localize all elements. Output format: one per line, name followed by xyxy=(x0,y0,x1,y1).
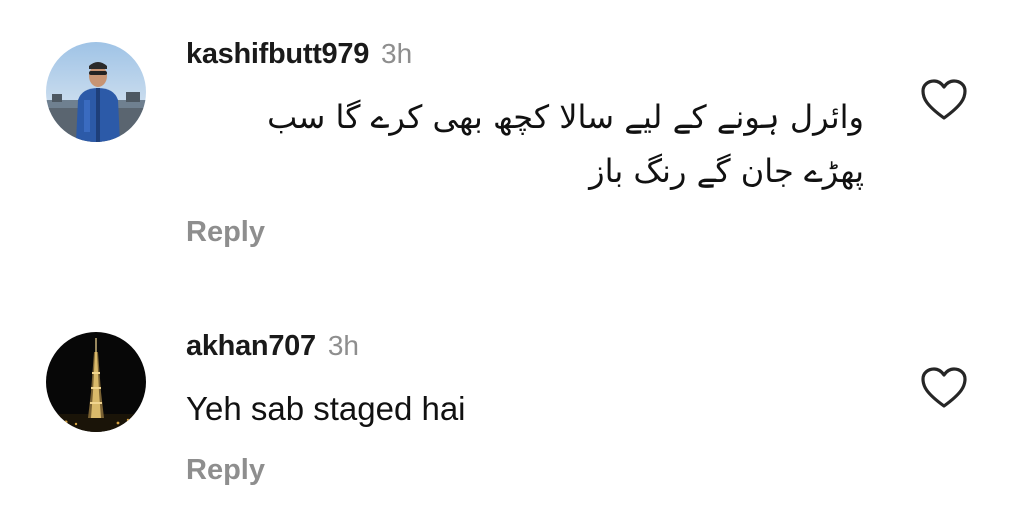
comment-item: akhan707 3h Yeh sab staged hai Reply xyxy=(0,290,1024,514)
heart-outline-icon[interactable] xyxy=(920,78,968,122)
avatar-man-image xyxy=(46,42,146,142)
comment-text-line: وائرل ہونے کے لیے سالا کچھ بھی کرے گا سب xyxy=(267,98,864,136)
comment-text: وائرل ہونے کے لیے سالا کچھ بھی کرے گا سب… xyxy=(144,90,864,198)
avatar[interactable] xyxy=(46,332,146,432)
comment-meta: kashifbutt979 3h xyxy=(186,38,412,71)
username[interactable]: kashifbutt979 xyxy=(186,38,369,70)
heart-outline-icon[interactable] xyxy=(920,366,968,410)
comment-meta: akhan707 3h xyxy=(186,330,359,363)
timestamp: 3h xyxy=(381,38,413,69)
reply-button[interactable]: Reply xyxy=(186,454,265,487)
comment-text-line: پھڑے جان گے رنگ باز xyxy=(589,152,864,190)
avatar-tower-image xyxy=(46,332,146,432)
avatar[interactable] xyxy=(46,42,146,142)
comment-text: Yeh sab staged hai xyxy=(186,390,466,427)
comment-item: kashifbutt979 3h وائرل ہونے کے لیے سالا ک… xyxy=(0,0,1024,290)
username[interactable]: akhan707 xyxy=(186,330,316,362)
timestamp: 3h xyxy=(327,330,359,361)
reply-button[interactable]: Reply xyxy=(186,216,265,249)
